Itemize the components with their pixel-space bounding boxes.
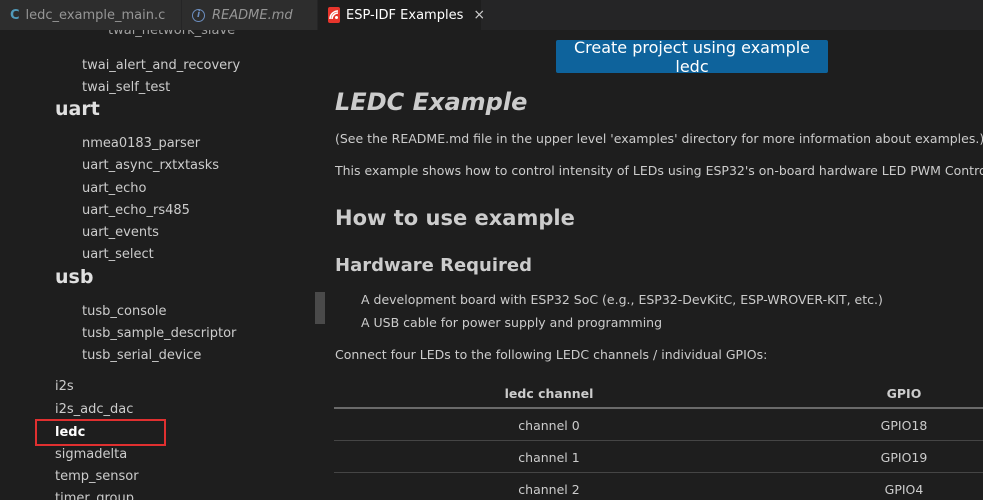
sidebar-item-tusb-serial-device[interactable]: tusb_serial_device — [82, 348, 201, 363]
c-file-icon: C — [10, 7, 20, 23]
table-header-row: ledc channel GPIO — [334, 377, 983, 409]
sidebar-item-temp-sensor[interactable]: temp_sensor — [55, 469, 139, 484]
table-header-gpio: GPIO — [886, 385, 922, 401]
tab-ledc-example-main[interactable]: C ledc_example_main.c — [0, 0, 182, 30]
tab-esp-idf-examples[interactable]: ESP-IDF Examples × — [318, 0, 485, 30]
table-cell: channel 2 — [518, 481, 580, 497]
sidebar-item-uart-echo[interactable]: uart_echo — [82, 181, 147, 196]
sidebar-item-uart-events[interactable]: uart_events — [82, 225, 159, 240]
sidebar-item-partial[interactable]: twai_network_slave — [108, 30, 235, 38]
editor-tab-bar: C ledc_example_main.c i README.md ESP-ID… — [0, 0, 983, 30]
sidebar-item-sigmadelta[interactable]: sigmadelta — [55, 447, 127, 462]
table-cell: GPIO19 — [880, 449, 928, 465]
sidebar-item-i2s[interactable]: i2s — [55, 379, 74, 394]
table-cell: channel 1 — [518, 449, 580, 465]
table-row: channel 1 GPIO19 — [334, 441, 983, 473]
hardware-list-item: A development board with ESP32 SoC (e.g.… — [361, 292, 883, 307]
close-icon[interactable]: × — [473, 7, 485, 23]
sidebar-item-twai-self-test[interactable]: twai_self_test — [82, 80, 170, 95]
hardware-list-item: A USB cable for power supply and program… — [361, 315, 663, 330]
tab-label: README.md — [212, 7, 293, 23]
ledc-gpio-table: ledc channel GPIO channel 0 GPIO18 chann… — [334, 377, 983, 500]
table-row: channel 2 GPIO4 — [334, 473, 983, 500]
sidebar-item-uart-async-rxtxtasks[interactable]: uart_async_rxtxtasks — [82, 158, 219, 173]
example-description: This example shows how to control intens… — [335, 163, 983, 178]
table-cell: GPIO18 — [880, 417, 928, 433]
tab-label: ESP-IDF Examples — [346, 7, 464, 23]
sidebar-item-tusb-console[interactable]: tusb_console — [82, 304, 167, 319]
hardware-heading: Hardware Required — [335, 255, 533, 276]
table-row: channel 0 GPIO18 — [334, 409, 983, 441]
esp-idf-icon — [328, 7, 340, 23]
sidebar-item-uart-select[interactable]: uart_select — [82, 247, 154, 262]
connect-instructions: Connect four LEDs to the following LEDC … — [335, 347, 768, 362]
page-title: LEDC Example — [335, 88, 528, 116]
tab-readme[interactable]: i README.md — [182, 0, 318, 30]
sidebar-item-uart-echo-rs485[interactable]: uart_echo_rs485 — [82, 203, 190, 218]
table-cell: channel 0 — [518, 417, 580, 433]
sidebar-item-i2s-adc-dac[interactable]: i2s_adc_dac — [55, 402, 133, 417]
sidebar-scrollbar[interactable] — [315, 292, 325, 324]
how-to-heading: How to use example — [335, 206, 575, 230]
readme-note: (See the README.md file in the upper lev… — [335, 131, 983, 146]
selection-highlight — [35, 419, 166, 446]
table-cell: GPIO4 — [884, 481, 924, 497]
sidebar-category-usb[interactable]: usb — [55, 266, 93, 288]
example-readme-panel: Create project using example ledc LEDC E… — [325, 30, 983, 500]
create-project-button[interactable]: Create project using example ledc — [556, 38, 828, 76]
sidebar-category-uart[interactable]: uart — [55, 98, 100, 120]
sidebar-item-timer-group[interactable]: timer_group — [55, 491, 134, 500]
tab-label: ledc_example_main.c — [25, 7, 166, 23]
examples-sidebar: twai_network_slave twai_alert_and_recove… — [0, 30, 325, 500]
table-header-ledc-channel: ledc channel — [504, 385, 594, 401]
sidebar-item-twai-alert-and-recovery[interactable]: twai_alert_and_recovery — [82, 58, 240, 73]
sidebar-item-nmea0183-parser[interactable]: nmea0183_parser — [82, 136, 200, 151]
info-icon: i — [192, 8, 205, 22]
sidebar-item-tusb-sample-descriptor[interactable]: tusb_sample_descriptor — [82, 326, 236, 341]
